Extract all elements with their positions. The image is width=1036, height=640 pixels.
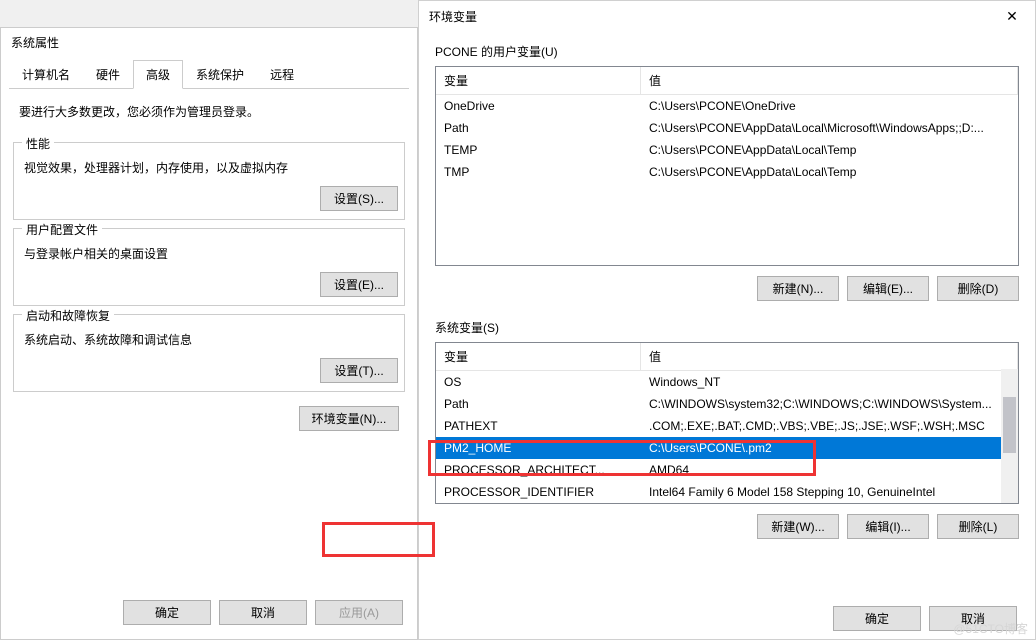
left-ok-button[interactable]: 确定: [123, 600, 211, 625]
table-row[interactable]: TEMPC:\Users\PCONE\AppData\Local\Temp: [436, 139, 1018, 161]
environment-variables-dialog: 环境变量 ✕ PCONE 的用户变量(U) 变量 值 OneDriveC:\Us…: [418, 0, 1036, 640]
var-name-cell: PROCESSOR_ARCHITECT...: [436, 462, 641, 478]
table-row[interactable]: PathC:\Users\PCONE\AppData\Local\Microso…: [436, 117, 1018, 139]
system-variables-section: 系统变量(S) 变量 值 OSWindows_NTPathC:\WINDOWS\…: [435, 319, 1019, 539]
table-row[interactable]: OSWindows_NT: [436, 371, 1018, 393]
user-profiles-settings-button[interactable]: 设置(E)...: [320, 272, 398, 297]
admin-required-text: 要进行大多数更改，您必须作为管理员登录。: [9, 89, 409, 134]
col-value[interactable]: 值: [641, 343, 1018, 370]
user-variables-section: PCONE 的用户变量(U) 变量 值 OneDriveC:\Users\PCO…: [435, 43, 1019, 301]
var-value-cell: Windows_NT: [641, 374, 1018, 390]
system-vars-listview[interactable]: 变量 值 OSWindows_NTPathC:\WINDOWS\system32…: [435, 342, 1019, 504]
var-name-cell: Path: [436, 396, 641, 412]
var-value-cell: C:\Users\PCONE\AppData\Local\Temp: [641, 142, 1018, 158]
user-edit-button[interactable]: 编辑(E)...: [847, 276, 929, 301]
col-variable[interactable]: 变量: [436, 343, 641, 370]
right-title: 环境变量: [429, 8, 477, 25]
listview-header: 变量 值: [436, 343, 1018, 371]
performance-desc: 视觉效果，处理器计划，内存使用，以及虚拟内存: [14, 143, 404, 182]
var-value-cell: Intel64 Family 6 Model 158 Stepping 10, …: [641, 484, 1018, 500]
scrollbar[interactable]: [1001, 369, 1018, 503]
table-row[interactable]: OneDriveC:\Users\PCONE\OneDrive: [436, 95, 1018, 117]
table-row[interactable]: PathC:\WINDOWS\system32;C:\WINDOWS;C:\WI…: [436, 393, 1018, 415]
table-row[interactable]: PATHEXT.COM;.EXE;.BAT;.CMD;.VBS;.VBE;.JS…: [436, 415, 1018, 437]
tab-system-protection[interactable]: 系统保护: [183, 60, 257, 88]
tab-remote[interactable]: 远程: [257, 60, 307, 88]
table-row[interactable]: PROCESSOR_ARCHITECT...AMD64: [436, 459, 1018, 481]
col-value[interactable]: 值: [641, 67, 1018, 94]
left-apply-button[interactable]: 应用(A): [315, 600, 403, 625]
environment-variables-button[interactable]: 环境变量(N)...: [299, 406, 399, 431]
user-delete-button[interactable]: 删除(D): [937, 276, 1019, 301]
tab-advanced[interactable]: 高级: [133, 60, 183, 89]
table-row[interactable]: PROCESSOR_LEVEL6: [436, 503, 1018, 504]
user-profiles-group: 用户配置文件 与登录帐户相关的桌面设置 设置(E)...: [13, 228, 405, 306]
var-value-cell: AMD64: [641, 462, 1018, 478]
startup-recovery-title: 启动和故障恢复: [22, 307, 114, 324]
left-titlebar: 系统属性: [1, 28, 417, 56]
tab-hardware[interactable]: 硬件: [83, 60, 133, 88]
sys-delete-button[interactable]: 删除(L): [937, 514, 1019, 539]
close-button[interactable]: ✕: [989, 1, 1035, 31]
performance-title: 性能: [22, 135, 54, 152]
var-name-cell: PATHEXT: [436, 418, 641, 434]
var-name-cell: PROCESSOR_IDENTIFIER: [436, 484, 641, 500]
startup-recovery-settings-button[interactable]: 设置(T)...: [320, 358, 398, 383]
user-vars-listview[interactable]: 变量 值 OneDriveC:\Users\PCONE\OneDrivePath…: [435, 66, 1019, 266]
var-name-cell: TEMP: [436, 142, 641, 158]
var-name-cell: Path: [436, 120, 641, 136]
table-row[interactable]: TMPC:\Users\PCONE\AppData\Local\Temp: [436, 161, 1018, 183]
close-icon: ✕: [1006, 8, 1018, 25]
var-value-cell: C:\WINDOWS\system32;C:\WINDOWS;C:\WINDOW…: [641, 396, 1018, 412]
col-variable[interactable]: 变量: [436, 67, 641, 94]
performance-group: 性能 视觉效果，处理器计划，内存使用，以及虚拟内存 设置(S)...: [13, 142, 405, 220]
left-title: 系统属性: [11, 34, 59, 51]
tab-computer-name[interactable]: 计算机名: [9, 60, 83, 88]
user-profiles-title: 用户配置文件: [22, 221, 102, 238]
listview-header: 变量 值: [436, 67, 1018, 95]
var-name-cell: OS: [436, 374, 641, 390]
watermark: @51CTO博客: [953, 620, 1028, 637]
user-new-button[interactable]: 新建(N)...: [757, 276, 839, 301]
right-titlebar: 环境变量 ✕: [419, 1, 1035, 31]
sys-vars-label: 系统变量(S): [435, 319, 1019, 336]
var-value-cell: .COM;.EXE;.BAT;.CMD;.VBS;.VBE;.JS;.JSE;.…: [641, 418, 1018, 434]
sys-new-button[interactable]: 新建(W)...: [757, 514, 839, 539]
tabs-strip: 计算机名 硬件 高级 系统保护 远程: [9, 60, 409, 89]
performance-settings-button[interactable]: 设置(S)...: [320, 186, 398, 211]
var-name-cell: OneDrive: [436, 98, 641, 114]
var-value-cell: C:\Users\PCONE\.pm2: [641, 440, 1018, 456]
var-value-cell: C:\Users\PCONE\AppData\Local\Microsoft\W…: [641, 120, 1018, 136]
startup-recovery-group: 启动和故障恢复 系统启动、系统故障和调试信息 设置(T)...: [13, 314, 405, 392]
system-properties-dialog: 系统属性 计算机名 硬件 高级 系统保护 远程 要进行大多数更改，您必须作为管理…: [0, 27, 418, 640]
left-cancel-button[interactable]: 取消: [219, 600, 307, 625]
var-value-cell: C:\Users\PCONE\AppData\Local\Temp: [641, 164, 1018, 180]
var-value-cell: C:\Users\PCONE\OneDrive: [641, 98, 1018, 114]
table-row[interactable]: PROCESSOR_IDENTIFIERIntel64 Family 6 Mod…: [436, 481, 1018, 503]
table-row[interactable]: PM2_HOMEC:\Users\PCONE\.pm2: [436, 437, 1018, 459]
user-vars-label: PCONE 的用户变量(U): [435, 43, 1019, 60]
right-ok-button[interactable]: 确定: [833, 606, 921, 631]
scrollbar-thumb[interactable]: [1003, 397, 1016, 453]
var-name-cell: TMP: [436, 164, 641, 180]
sys-edit-button[interactable]: 编辑(I)...: [847, 514, 929, 539]
var-name-cell: PM2_HOME: [436, 440, 641, 456]
